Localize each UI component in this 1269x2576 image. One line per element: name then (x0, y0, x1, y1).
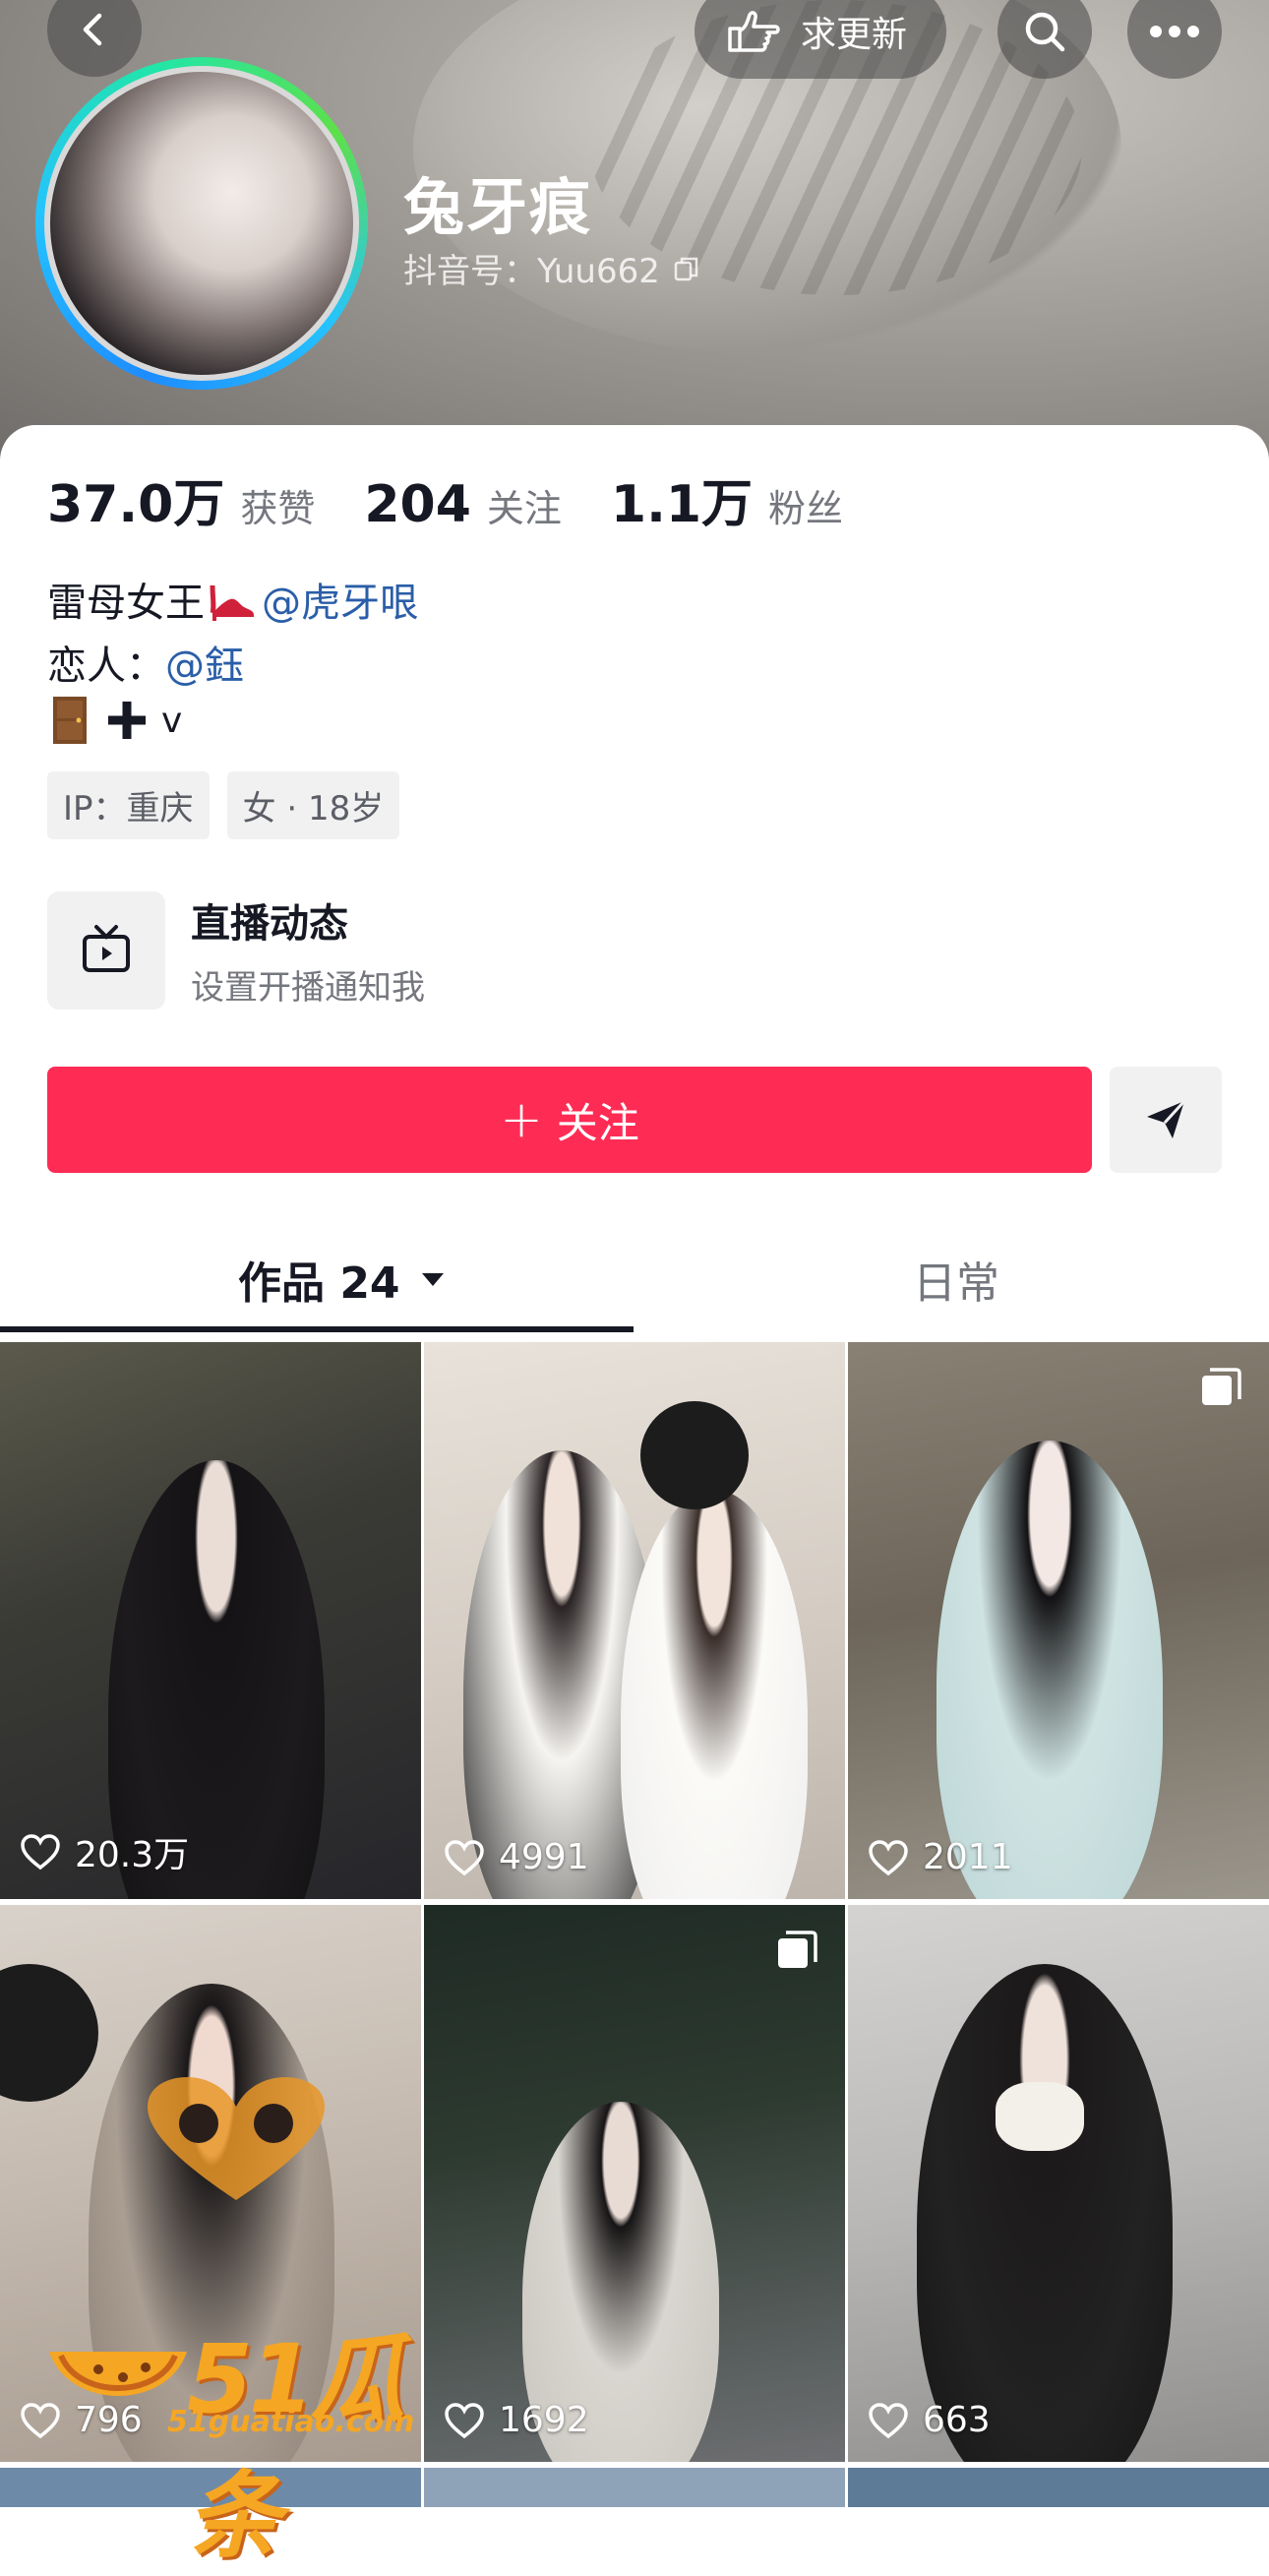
like-count: 663 (868, 2400, 991, 2440)
stat-likes: 37.0万 获赞 (47, 462, 315, 536)
back-arrow-icon (83, 13, 102, 46)
heart-icon (21, 1834, 60, 1871)
watermark-brand: 51瓜条 (187, 2324, 405, 2571)
avatar[interactable] (35, 57, 368, 390)
vinyl-record (640, 1401, 749, 1509)
nickname: 兔牙痕 (403, 171, 593, 243)
bio-line-1: 雷母女王 @虎牙哏 (47, 571, 419, 628)
stat-label: 关注 (486, 487, 562, 530)
video-thumbnail[interactable]: 4991 (424, 1342, 845, 1899)
tag-gender-age: 女 · 18岁 (226, 771, 400, 839)
mention-link[interactable]: @虎牙哏 (262, 571, 419, 628)
follow-label: 关注 (556, 1098, 639, 1147)
bio-text: 恋人： (47, 644, 165, 689)
video-thumbnail[interactable] (424, 2468, 845, 2507)
heart-icon (869, 2402, 908, 2438)
person-figure (937, 1441, 1163, 1899)
tab-indicator (0, 1326, 634, 1332)
person-figure (621, 1490, 808, 1899)
heart-glasses-filter (148, 2077, 325, 2200)
mention-link[interactable]: @鈺 (165, 634, 244, 691)
tab-works[interactable]: 作品 24 (238, 1248, 448, 1311)
more-icon (1150, 26, 1199, 37)
person-figure (917, 1964, 1173, 2462)
like-count-text: 1692 (499, 2400, 589, 2440)
face-mask (996, 2082, 1084, 2151)
douyin-id-row[interactable]: 抖音号：Yuu662 (403, 244, 701, 292)
like-count-text: 4991 (499, 1837, 589, 1877)
stat-number: 37.0万 (47, 475, 225, 534)
stat-followers[interactable]: 1.1万 粉丝 (611, 462, 843, 536)
request-update-button[interactable]: 求更新 (695, 0, 947, 79)
watermark: 51瓜条 51guatiao.com (39, 2312, 443, 2571)
stat-number: 1.1万 (610, 475, 754, 534)
tags-row: IP：重庆 女 · 18岁 (47, 771, 417, 839)
high-heel-icon (210, 584, 254, 621)
stats-row: 37.0万 获赞 204 关注 1.1万 粉丝 (47, 462, 892, 536)
watermark-domain: 51guatiao.com (167, 2405, 415, 2439)
like-count: 4991 (444, 1837, 589, 1877)
live-subtitle: 设置开播通知我 (191, 968, 425, 1008)
heart-icon (869, 1839, 908, 1875)
like-count: 1692 (444, 2400, 589, 2440)
multi-image-icon (778, 1931, 817, 1968)
like-count-text: 20.3万 (75, 1835, 190, 1875)
stat-number: 204 (364, 475, 471, 534)
caret-down-icon (421, 1273, 444, 1286)
bio-text: v (161, 700, 183, 741)
copy-icon[interactable] (672, 254, 701, 283)
request-update-label: 求更新 (801, 15, 908, 55)
message-button[interactable] (1110, 1067, 1222, 1173)
vinyl-record (0, 1964, 98, 2102)
video-thumbnail[interactable]: 2011 (848, 1342, 1269, 1899)
live-title[interactable]: 直播动态 (191, 891, 348, 949)
tv-icon (83, 925, 130, 972)
tab-works-label: 作品 24 (238, 1258, 400, 1309)
video-thumbnail[interactable] (848, 2468, 1269, 2507)
door-icon (53, 697, 87, 744)
avatar-image (44, 66, 359, 381)
stat-label: 粉丝 (768, 487, 844, 530)
heart-icon (445, 1839, 484, 1875)
bio-line-2: 恋人： @鈺 (47, 634, 244, 691)
video-thumbnail[interactable]: 20.3万 (0, 1342, 421, 1899)
bio-line-3: v (47, 695, 182, 746)
plus-icon: + (500, 1090, 543, 1149)
tab-daily[interactable]: 日常 (913, 1248, 999, 1311)
douyin-id: 抖音号：Yuu662 (403, 252, 660, 291)
stat-label: 获赞 (240, 487, 316, 530)
bio-text: 雷母女王 (47, 581, 205, 626)
like-count-text: 2011 (923, 1837, 1013, 1877)
video-thumbnail[interactable]: 1692 (424, 1905, 845, 2462)
plus-icon (108, 702, 146, 739)
multi-image-icon (1202, 1368, 1241, 1405)
like-count-text: 663 (923, 2400, 991, 2440)
like-count: 2011 (868, 1837, 1013, 1877)
profile-card: 37.0万 获赞 204 关注 1.1万 粉丝 雷母女王 @虎牙哏 恋人： @鈺… (0, 425, 1269, 2507)
send-icon (1147, 1099, 1186, 1138)
follow-button[interactable]: + 关注 (47, 1067, 1092, 1173)
hand-point-icon (728, 11, 780, 52)
live-notify-button[interactable] (47, 891, 165, 1010)
search-icon (1025, 12, 1065, 52)
like-count: 20.3万 (20, 1826, 189, 1877)
heart-icon (445, 2402, 484, 2438)
tag-ip: IP：重庆 (47, 771, 210, 839)
stat-following[interactable]: 204 关注 (364, 475, 562, 534)
video-thumbnail[interactable]: 663 (848, 1905, 1269, 2462)
